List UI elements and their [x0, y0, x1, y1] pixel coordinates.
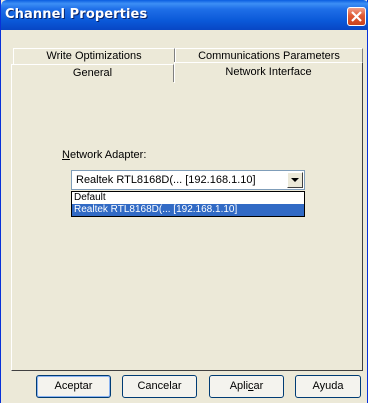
ok-button[interactable]: Aceptar: [36, 375, 111, 398]
window-title: Channel Properties: [5, 7, 148, 22]
network-adapter-value: Realtek RTL8168D(... [192.168.1.10]: [76, 174, 256, 186]
network-adapter-label: Network Adapter:: [62, 149, 147, 161]
title-bar[interactable]: Channel Properties: [1, 0, 368, 30]
tab-network-interface[interactable]: Network Interface: [174, 62, 363, 83]
help-button[interactable]: Ayuda: [295, 375, 361, 398]
apply-button[interactable]: Aplicar: [209, 375, 284, 398]
network-interface-panel: [11, 82, 363, 371]
cancel-button[interactable]: Cancelar: [122, 375, 197, 398]
close-button[interactable]: [347, 7, 366, 26]
tab-general[interactable]: General: [11, 64, 174, 82]
tab-write-optimizations[interactable]: Write Optimizations: [13, 48, 175, 64]
network-adapter-dropdown-list: Default Realtek RTL8168D(... [192.168.1.…: [71, 191, 305, 217]
dropdown-option-default[interactable]: Default: [72, 192, 304, 204]
channel-properties-dialog: Channel Properties Write Optimizations C…: [0, 0, 368, 403]
network-adapter-select[interactable]: Realtek RTL8168D(... [192.168.1.10]: [71, 170, 305, 190]
dropdown-button[interactable]: [287, 172, 303, 188]
dropdown-option-realtek[interactable]: Realtek RTL8168D(... [192.168.1.10]: [72, 204, 304, 216]
